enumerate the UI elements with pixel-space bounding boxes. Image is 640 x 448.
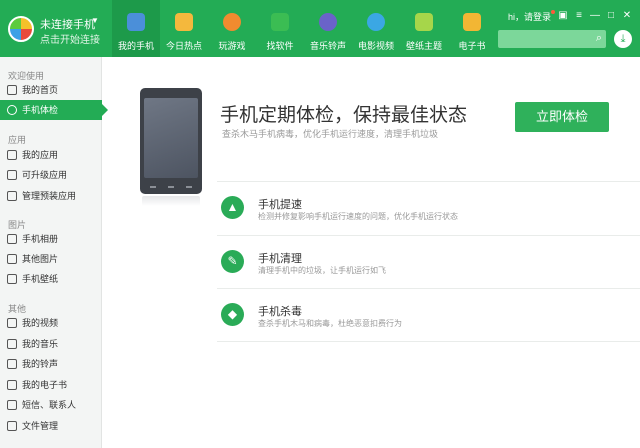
sidebar-item-label: 短信、联系人 [22, 400, 77, 410]
home-icon [7, 85, 17, 95]
music-icon [319, 13, 337, 31]
wallpaper-icon [415, 13, 433, 31]
feature-cleanup[interactable]: ✎ 手机清理 清理手机中的垃圾，让手机运行如飞 [217, 235, 640, 289]
feature-desc: 清理手机中的垃圾，让手机运行如飞 [258, 266, 386, 275]
maximize-icon[interactable]: □ [604, 9, 618, 23]
folder-icon [7, 421, 17, 431]
apps-grid-icon [7, 150, 17, 160]
phone-illustration [140, 88, 202, 194]
close-icon[interactable]: ✕ [620, 9, 634, 23]
book-icon [463, 13, 481, 31]
sidebar-item-my-videos[interactable]: 我的视频 [0, 313, 102, 333]
sidebar-item-home[interactable]: 我的首页 [0, 80, 102, 100]
sidebar-item-file-manager[interactable]: 文件管理 [0, 416, 102, 436]
top-bar: 未连接手机 ▼ 点击开始连接 我的手机 今日热点 玩游戏 找软件 音乐铃声 电影… [0, 0, 640, 57]
download-icon[interactable]: ⤓ [614, 30, 632, 48]
phone-reflection [142, 196, 200, 206]
sidebar-item-my-ebooks[interactable]: 我的电子书 [0, 375, 102, 395]
nav-games[interactable]: 玩游戏 [208, 0, 256, 57]
sidebar-item-label: 手机相册 [22, 234, 59, 244]
login-text[interactable]: hi，请登录 [508, 12, 551, 22]
start-checkup-button[interactable]: 立即体检 [515, 102, 609, 132]
main-nav: 我的手机 今日热点 玩游戏 找软件 音乐铃声 电影视频 壁纸主题 电子书 [112, 0, 496, 57]
connect-hint[interactable]: 点击开始连接 [40, 31, 100, 46]
page-subtitle: 查杀木马手机病毒，优化手机运行速度，清理手机垃圾 [222, 129, 439, 139]
sidebar-item-label: 其他图片 [22, 254, 59, 264]
nav-today-hot[interactable]: 今日热点 [160, 0, 208, 57]
window-controls: ▣ ≡ — □ ✕ [556, 9, 636, 23]
sidebar-item-my-ringtones[interactable]: 我的铃声 [0, 354, 102, 374]
sidebar-item-upgradable-apps[interactable]: 可升级应用 [0, 165, 102, 185]
sidebar-item-label: 我的首页 [22, 85, 59, 95]
broom-icon: ✎ [221, 250, 244, 273]
notification-dot [551, 10, 556, 14]
search-icon[interactable]: ⌕ [596, 32, 602, 45]
feature-title: 手机提速 [258, 199, 302, 211]
sidebar-item-label: 我的视频 [22, 318, 59, 328]
feature-title: 手机清理 [258, 253, 302, 265]
sidebar-item-phone-album[interactable]: 手机相册 [0, 229, 102, 249]
book-icon [7, 380, 17, 390]
sidebar-item-my-music[interactable]: 我的音乐 [0, 334, 102, 354]
nav-my-phone[interactable]: 我的手机 [112, 0, 160, 57]
video-icon [7, 318, 17, 328]
nav-software[interactable]: 找软件 [256, 0, 304, 57]
app-logo-icon [8, 16, 34, 42]
minimize-icon[interactable]: — [588, 9, 602, 23]
nav-label: 电子书 [458, 41, 486, 51]
login-link[interactable]: hi，请登录 [508, 10, 556, 23]
chevron-down-icon[interactable]: ▼ [91, 16, 99, 25]
gamepad-icon [223, 13, 241, 31]
sidebar: 欢迎使用 我的首页 手机体检 应用 我的应用 可升级应用 管理预装应用 图片 手… [0, 57, 108, 448]
sidebar-item-phone-checkup[interactable]: 手机体检 [0, 100, 108, 120]
nav-wallpaper[interactable]: 壁纸主题 [400, 0, 448, 57]
nav-ebook[interactable]: 电子书 [448, 0, 496, 57]
play-icon [367, 13, 385, 31]
preinstall-icon [7, 191, 17, 201]
sidebar-item-label: 文件管理 [22, 421, 59, 431]
nav-video[interactable]: 电影视频 [352, 0, 400, 57]
image-icon [7, 254, 17, 264]
wallpaper-icon [7, 274, 17, 284]
music-icon [7, 339, 17, 349]
sidebar-item-label: 管理预装应用 [22, 191, 77, 201]
mail-icon [7, 400, 17, 410]
sidebar-item-preinstalled-apps[interactable]: 管理预装应用 [0, 186, 102, 206]
upgrade-icon [7, 170, 17, 180]
nav-music[interactable]: 音乐铃声 [304, 0, 352, 57]
checkup-icon [7, 105, 17, 115]
sidebar-item-label: 我的铃声 [22, 359, 59, 369]
rocket-icon: ▲ [221, 196, 244, 219]
sidebar-item-phone-wallpaper[interactable]: 手机壁纸 [0, 269, 102, 289]
feature-title: 手机杀毒 [258, 306, 302, 318]
connect-phone-panel[interactable]: 未连接手机 ▼ 点击开始连接 [0, 0, 110, 57]
apps-icon [271, 13, 289, 31]
feature-desc: 检测并修复影响手机运行速度的问题，优化手机运行状态 [258, 212, 458, 221]
page-title: 手机定期体检，保持最佳状态 [220, 105, 468, 126]
phone-screen [144, 98, 198, 178]
menu-icon[interactable]: ≡ [572, 9, 586, 23]
feature-desc: 查杀手机木马和病毒，杜绝恶意扣费行为 [258, 319, 402, 328]
phone-icon [127, 13, 145, 31]
camera-icon [7, 234, 17, 244]
sidebar-item-my-apps[interactable]: 我的应用 [0, 145, 102, 165]
bell-icon [7, 359, 17, 369]
sidebar-item-label: 我的应用 [22, 150, 59, 160]
skin-icon[interactable]: ▣ [556, 9, 570, 23]
phone-keys [150, 184, 192, 190]
connection-status[interactable]: 未连接手机 [40, 16, 95, 32]
sidebar-item-other-images[interactable]: 其他图片 [0, 249, 102, 269]
feature-speedup[interactable]: ▲ 手机提速 检测并修复影响手机运行速度的问题，优化手机运行状态 [217, 181, 640, 235]
search-input[interactable]: ⌕ [498, 30, 606, 48]
shield-icon: ◆ [221, 303, 244, 326]
sidebar-item-label: 可升级应用 [22, 170, 68, 180]
sidebar-item-label: 手机壁纸 [22, 274, 59, 284]
feature-antivirus[interactable]: ◆ 手机杀毒 查杀手机木马和病毒，杜绝恶意扣费行为 [217, 288, 640, 342]
sidebar-item-label: 我的电子书 [22, 380, 68, 390]
sidebar-item-sms-contacts[interactable]: 短信、联系人 [0, 395, 102, 415]
star-icon [175, 13, 193, 31]
sidebar-item-label: 我的音乐 [22, 339, 59, 349]
sidebar-item-label: 手机体检 [22, 105, 59, 115]
